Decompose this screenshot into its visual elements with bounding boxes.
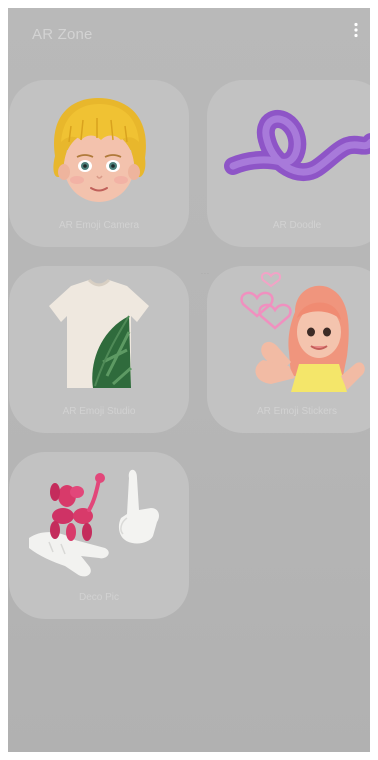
more-vertical-icon bbox=[354, 22, 358, 38]
tile-ar-emoji-camera[interactable]: AR Emoji Camera bbox=[9, 80, 189, 247]
more-options-button[interactable] bbox=[344, 18, 368, 42]
tile-label: AR Doodle bbox=[272, 220, 322, 231]
header: AR Zone bbox=[8, 8, 370, 68]
tshirt-icon bbox=[49, 278, 149, 388]
tile-label: Deco Pic bbox=[78, 592, 119, 603]
emoji-face-icon bbox=[53, 98, 146, 202]
tile-label: AR Emoji Camera bbox=[58, 220, 140, 231]
tile-label: AR Emoji Stickers bbox=[256, 406, 337, 417]
tile-ar-doodle[interactable]: AR Doodle bbox=[207, 80, 370, 247]
doodle-squiggle-icon bbox=[224, 110, 370, 182]
tile-label: AR Emoji Studio bbox=[62, 406, 136, 417]
emoji-sticker-icon bbox=[240, 272, 365, 392]
deco-pic-icon bbox=[29, 469, 159, 577]
tile-ar-emoji-stickers[interactable]: AR Emoji Stickers bbox=[207, 266, 370, 433]
tile-ar-emoji-studio[interactable]: AR Emoji Studio bbox=[9, 266, 189, 433]
tile-deco-pic[interactable]: Deco Pic bbox=[9, 452, 189, 619]
page-title: AR Zone bbox=[32, 26, 93, 43]
app-screen: AR Zone AR Emoji Camera AR Doodle ··· AR… bbox=[8, 8, 370, 752]
